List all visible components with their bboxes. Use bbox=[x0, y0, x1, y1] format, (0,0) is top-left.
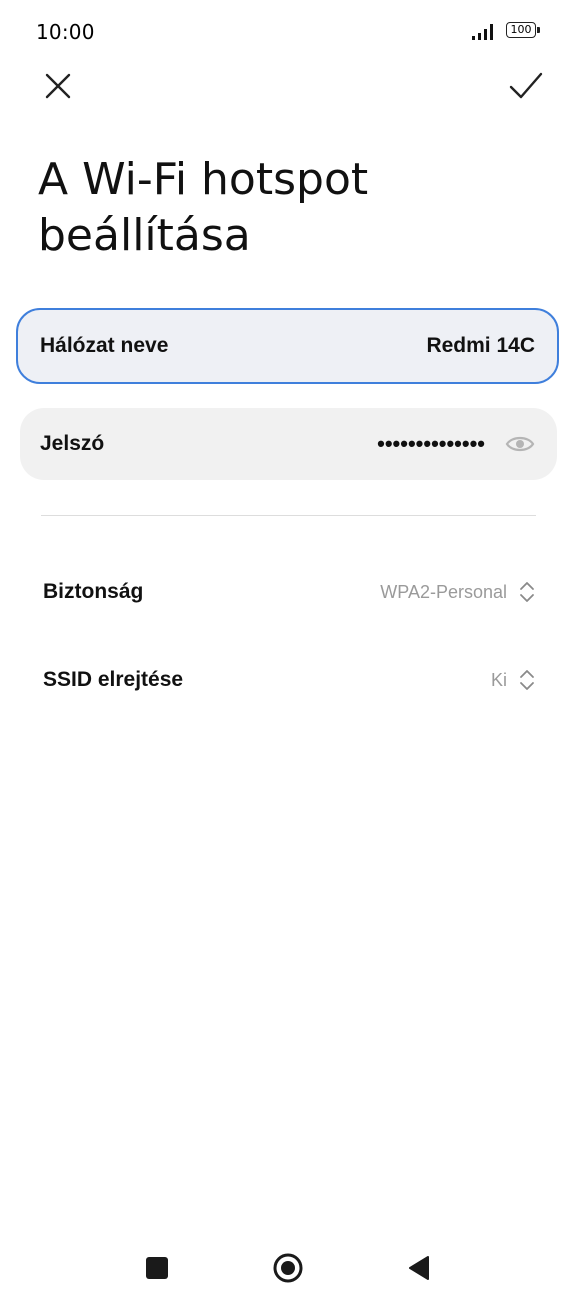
password-input[interactable]: •••••••••••••• bbox=[377, 431, 485, 457]
navigation-bar bbox=[0, 1232, 577, 1316]
up-down-arrows-icon bbox=[520, 582, 534, 602]
status-time: 10:00 bbox=[36, 20, 95, 44]
page-title-line2: beállítása bbox=[38, 210, 251, 261]
hide-ssid-setting[interactable]: SSID elrejtése Ki bbox=[0, 650, 577, 710]
hide-ssid-value: Ki bbox=[490, 669, 507, 690]
battery-icon: 100 bbox=[506, 22, 540, 40]
security-value: WPA2-Personal bbox=[380, 581, 507, 602]
security-setting[interactable]: Biztonság WPA2-Personal bbox=[0, 562, 577, 622]
security-label: Biztonság bbox=[43, 580, 144, 603]
status-bar: 10:00 100 bbox=[0, 0, 577, 64]
eye-icon bbox=[505, 436, 535, 452]
page-title: A Wi-Fi hotspot beállítása bbox=[38, 152, 518, 264]
battery-level: 100 bbox=[506, 22, 536, 38]
section-divider bbox=[41, 515, 536, 516]
close-icon bbox=[45, 73, 71, 99]
password-field[interactable]: Jelszó •••••••••••••• bbox=[20, 408, 557, 480]
back-button[interactable] bbox=[406, 1254, 432, 1282]
home-button[interactable] bbox=[272, 1252, 304, 1284]
checkmark-icon bbox=[509, 72, 543, 99]
up-down-arrows-icon bbox=[520, 670, 534, 690]
show-password-toggle[interactable] bbox=[503, 427, 537, 461]
confirm-button[interactable] bbox=[502, 62, 550, 110]
signal-icon bbox=[472, 24, 493, 40]
page-title-line1: A Wi-Fi hotspot bbox=[38, 154, 369, 205]
close-button[interactable] bbox=[34, 62, 82, 110]
network-name-field[interactable]: Hálózat neve bbox=[16, 308, 559, 384]
password-label: Jelszó bbox=[40, 432, 105, 455]
network-name-label: Hálózat neve bbox=[40, 334, 169, 357]
network-name-input[interactable] bbox=[335, 334, 535, 358]
hide-ssid-label: SSID elrejtése bbox=[43, 668, 184, 691]
recents-button[interactable] bbox=[146, 1257, 168, 1279]
